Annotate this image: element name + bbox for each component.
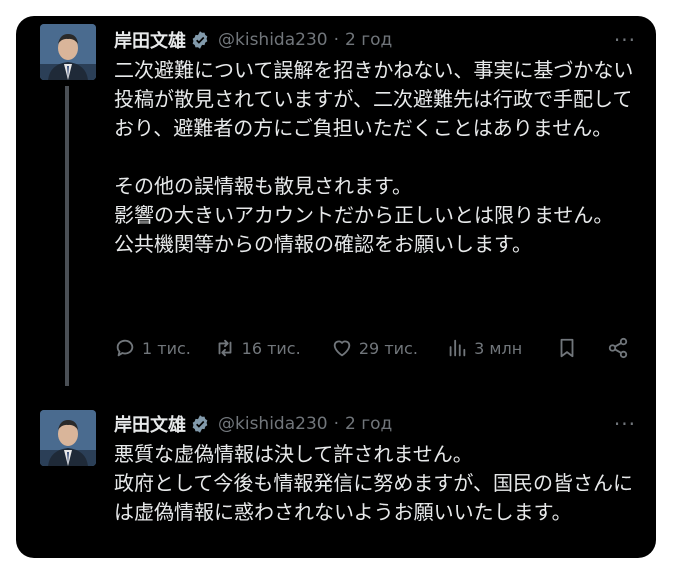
- views-count: 3 млн: [474, 338, 523, 358]
- tweet-timestamp[interactable]: 2 год: [345, 30, 392, 50]
- author-handle[interactable]: @kishida230: [218, 30, 328, 50]
- separator-dot: ·: [333, 30, 339, 50]
- tweet-actions: 1 тис. 16 тис. 29 тис. 3 млн: [114, 334, 634, 362]
- avatar[interactable]: [40, 410, 96, 466]
- author-handle[interactable]: @kishida230: [218, 414, 328, 434]
- share-icon: [608, 337, 627, 359]
- tweet-header: 岸田文雄 @kishida230 · 2 год ···: [114, 410, 636, 438]
- bookmark-button[interactable]: [556, 337, 599, 359]
- like-count: 29 тис.: [358, 338, 418, 358]
- more-options-icon[interactable]: ···: [614, 26, 636, 54]
- more-options-icon[interactable]: ···: [614, 410, 636, 438]
- views-icon: [449, 339, 466, 357]
- thread-connector-line: [65, 86, 69, 386]
- retweet-button[interactable]: 16 тис.: [214, 337, 331, 359]
- timeline-card: 岸田文雄 @kishida230 · 2 год ··· 二次避難について誤解を…: [16, 16, 656, 558]
- tweet-header: 岸田文雄 @kishida230 · 2 год ···: [114, 26, 636, 54]
- reply-button[interactable]: 1 тис.: [114, 337, 214, 359]
- tweet[interactable]: 岸田文雄 @kishida230 · 2 год ··· 二次避難について誤解を…: [16, 16, 656, 396]
- retweet-icon: [218, 339, 232, 357]
- tweet-timestamp[interactable]: 2 год: [345, 414, 392, 434]
- author-name[interactable]: 岸田文雄: [114, 27, 186, 53]
- avatar-image: [40, 24, 96, 80]
- tweet[interactable]: 岸田文雄 @kishida230 · 2 год ··· 悪質な虚偽情報は決して…: [16, 396, 656, 558]
- reply-icon: [116, 339, 134, 357]
- tweet-text: 二次避難について誤解を招きかねない、事実に基づかない投稿が散見されていますが、二…: [114, 58, 634, 256]
- verified-badge-icon: [192, 415, 208, 433]
- retweet-count: 16 тис.: [241, 338, 301, 358]
- bookmark-icon: [560, 338, 574, 358]
- share-button[interactable]: [607, 337, 634, 359]
- verified-badge-icon: [192, 31, 208, 49]
- like-icon: [333, 340, 351, 357]
- views-button[interactable]: 3 млн: [446, 337, 552, 359]
- author-name[interactable]: 岸田文雄: [114, 411, 186, 437]
- avatar[interactable]: [40, 24, 96, 80]
- reply-count: 1 тис.: [142, 338, 191, 358]
- like-button[interactable]: 29 тис.: [331, 337, 446, 359]
- tweet-text: 悪質な虚偽情報は決して許されません。 政府として今後も情報発信に努めますが、国民…: [114, 442, 633, 524]
- separator-dot: ·: [333, 414, 339, 434]
- avatar-image: [40, 410, 96, 466]
